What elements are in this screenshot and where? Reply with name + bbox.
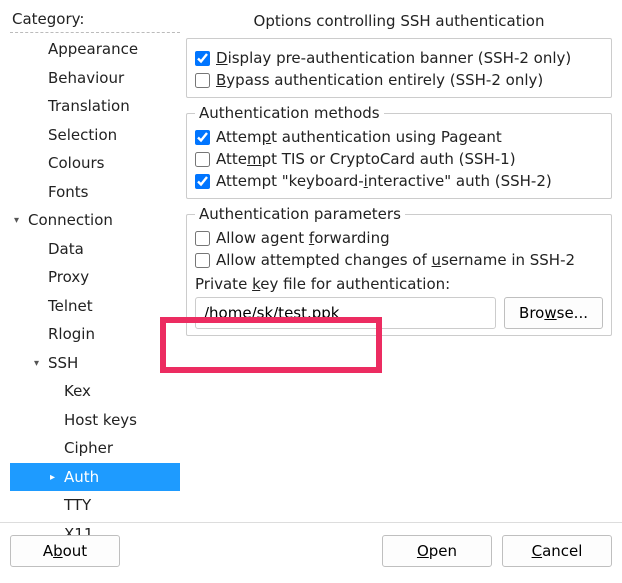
- open-button[interactable]: Open: [382, 535, 492, 567]
- checkbox-pageant-label: Attempt authentication using Pageant: [216, 128, 502, 146]
- checkbox-change-username-input[interactable]: [195, 253, 210, 268]
- tree-item-translation[interactable]: Translation: [10, 92, 180, 121]
- tree-item-label: Appearance: [48, 40, 138, 58]
- category-tree: Appearance Behaviour Translation Selection C…: [10, 32, 180, 548]
- tree-item-label: Auth: [64, 468, 99, 486]
- tree-item-label: Proxy: [48, 268, 89, 286]
- checkbox-agent-forwarding-label: Allow agent forwarding: [216, 229, 390, 247]
- private-key-input[interactable]: [195, 297, 496, 329]
- checkbox-tis-label: Attempt TIS or CryptoCard auth (SSH-1): [216, 150, 516, 168]
- tree-item-behaviour[interactable]: Behaviour: [10, 64, 180, 93]
- browse-button[interactable]: Browse...: [504, 297, 603, 329]
- group-auth-methods-title: Authentication methods: [195, 104, 384, 122]
- dialog-footer: About Open Cancel: [0, 522, 622, 583]
- checkbox-agent-forwarding-input[interactable]: [195, 231, 210, 246]
- checkbox-pageant-input[interactable]: [195, 130, 210, 145]
- tree-item-label: Fonts: [48, 183, 88, 201]
- tree-item-fonts[interactable]: Fonts: [10, 178, 180, 207]
- tree-item-host-keys[interactable]: Host keys: [10, 406, 180, 435]
- tree-item-ssh[interactable]: ▾SSH: [10, 349, 180, 378]
- checkbox-display-banner-label: Display pre-authentication banner (SSH-2…: [216, 49, 571, 67]
- checkbox-agent-forwarding[interactable]: Allow agent forwarding: [195, 227, 603, 249]
- checkbox-tis-input[interactable]: [195, 152, 210, 167]
- category-sidebar: Category: Appearance Behaviour Translation…: [10, 8, 180, 510]
- group-banner: Display pre-authentication banner (SSH-2…: [186, 38, 612, 98]
- group-auth-params: Authentication parameters Allow agent fo…: [186, 205, 612, 336]
- tree-item-kex[interactable]: Kex: [10, 377, 180, 406]
- checkbox-pageant[interactable]: Attempt authentication using Pageant: [195, 126, 603, 148]
- panel-title: Options controlling SSH authentication: [186, 8, 612, 38]
- tree-item-label: Telnet: [48, 297, 93, 315]
- tree-item-auth[interactable]: ▸Auth: [10, 463, 180, 492]
- tree-item-tty[interactable]: TTY: [10, 491, 180, 520]
- private-key-label: Private key file for authentication:: [195, 271, 603, 295]
- expander-icon: ▾: [14, 213, 28, 228]
- tree-item-data[interactable]: Data: [10, 235, 180, 264]
- tree-item-label: Colours: [48, 154, 104, 172]
- tree-item-label: Data: [48, 240, 84, 258]
- checkbox-bypass-auth[interactable]: Bypass authentication entirely (SSH-2 on…: [195, 69, 603, 91]
- expander-icon: ▾: [34, 356, 48, 371]
- tree-item-label: TTY: [64, 496, 91, 514]
- checkbox-display-banner[interactable]: Display pre-authentication banner (SSH-2…: [195, 47, 603, 69]
- checkbox-keyboard-interactive-label: Attempt "keyboard-interactive" auth (SSH…: [216, 172, 552, 190]
- checkbox-display-banner-input[interactable]: [195, 51, 210, 66]
- tree-item-label: Behaviour: [48, 69, 124, 87]
- tree-item-label: Connection: [28, 211, 113, 229]
- group-auth-params-title: Authentication parameters: [195, 205, 405, 223]
- cancel-button[interactable]: Cancel: [502, 535, 612, 567]
- tree-item-colours[interactable]: Colours: [10, 149, 180, 178]
- settings-panel: Options controlling SSH authentication D…: [180, 8, 612, 510]
- tree-item-connection[interactable]: ▾Connection: [10, 206, 180, 235]
- tree-item-proxy[interactable]: Proxy: [10, 263, 180, 292]
- tree-item-cipher[interactable]: Cipher: [10, 434, 180, 463]
- tree-item-label: Kex: [64, 382, 91, 400]
- group-auth-methods: Authentication methods Attempt authentic…: [186, 104, 612, 199]
- checkbox-keyboard-interactive-input[interactable]: [195, 174, 210, 189]
- checkbox-keyboard-interactive[interactable]: Attempt "keyboard-interactive" auth (SSH…: [195, 170, 603, 192]
- tree-item-label: Rlogin: [48, 325, 95, 343]
- checkbox-bypass-auth-label: Bypass authentication entirely (SSH-2 on…: [216, 71, 543, 89]
- tree-item-selection[interactable]: Selection: [10, 121, 180, 150]
- checkbox-change-username-label: Allow attempted changes of username in S…: [216, 251, 575, 269]
- expander-icon: ▸: [50, 470, 64, 485]
- tree-item-label: Translation: [48, 97, 130, 115]
- tree-item-telnet[interactable]: Telnet: [10, 292, 180, 321]
- checkbox-change-username[interactable]: Allow attempted changes of username in S…: [195, 249, 603, 271]
- checkbox-bypass-auth-input[interactable]: [195, 73, 210, 88]
- tree-item-label: Selection: [48, 126, 117, 144]
- tree-item-label: SSH: [48, 354, 78, 372]
- about-button[interactable]: About: [10, 535, 120, 567]
- tree-item-rlogin[interactable]: Rlogin: [10, 320, 180, 349]
- category-label: Category:: [10, 8, 180, 32]
- checkbox-tis[interactable]: Attempt TIS or CryptoCard auth (SSH-1): [195, 148, 603, 170]
- tree-item-label: Host keys: [64, 411, 137, 429]
- tree-item-label: Cipher: [64, 439, 113, 457]
- tree-item-appearance[interactable]: Appearance: [10, 35, 180, 64]
